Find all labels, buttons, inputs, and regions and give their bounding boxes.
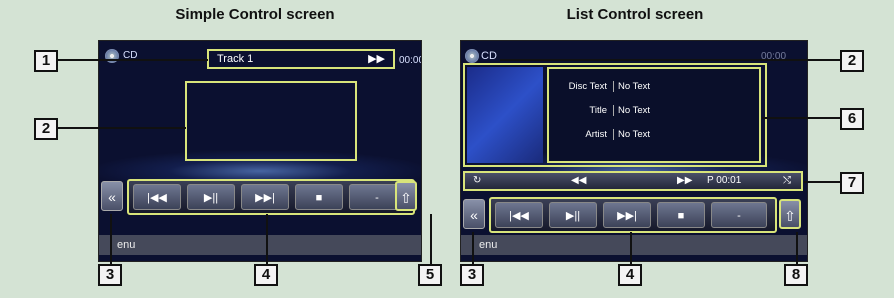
fast-forward-icon[interactable]: ▶▶ bbox=[677, 173, 692, 189]
rewind-icon[interactable]: ◀◀ bbox=[571, 173, 586, 189]
callout-7: 7 bbox=[840, 172, 864, 194]
cd-disc-icon bbox=[465, 49, 479, 63]
control-bar: |◀◀ ▶|| ▶▶| ■ - bbox=[489, 197, 777, 233]
callout-3-right: 3 bbox=[460, 264, 484, 286]
info-value: No Text bbox=[613, 129, 650, 140]
album-artwork bbox=[467, 67, 543, 163]
leader-line-2-left bbox=[58, 127, 186, 129]
leader-line-6 bbox=[762, 117, 840, 119]
info-value: No Text bbox=[613, 81, 650, 92]
leader-line-3-right bbox=[472, 232, 474, 264]
callout-2-right: 2 bbox=[840, 50, 864, 72]
previous-track-button[interactable]: |◀◀ bbox=[133, 184, 181, 210]
extra-button[interactable]: - bbox=[711, 202, 767, 228]
info-key: Artist bbox=[585, 129, 607, 140]
callout-8: 8 bbox=[784, 264, 808, 286]
next-track-button[interactable]: ▶▶| bbox=[241, 184, 289, 210]
next-track-button[interactable]: ▶▶| bbox=[603, 202, 651, 228]
stop-button[interactable]: ■ bbox=[657, 202, 705, 228]
play-position: P 00:01 bbox=[707, 175, 742, 186]
callout-3-left: 3 bbox=[98, 264, 122, 286]
callout-4-left: 4 bbox=[254, 264, 278, 286]
play-pause-button[interactable]: ▶|| bbox=[549, 202, 597, 228]
menu-label: enu bbox=[117, 239, 136, 251]
leader-line-4-right bbox=[630, 232, 632, 264]
callout-6: 6 bbox=[840, 108, 864, 130]
simple-control-title: Simple Control screen bbox=[175, 6, 335, 23]
callout-5: 5 bbox=[418, 264, 442, 286]
leader-line-2-right bbox=[500, 59, 840, 61]
fast-forward-indicator-icon: ▶▶ bbox=[368, 53, 385, 65]
play-time: 00:00 bbox=[399, 55, 422, 66]
track-name: Track 1 bbox=[217, 53, 254, 65]
menu-strip[interactable]: enu bbox=[99, 235, 421, 255]
stop-button[interactable]: ■ bbox=[295, 184, 343, 210]
artwork-area[interactable] bbox=[185, 81, 357, 161]
simple-control-screen: CD Track 1 ▶▶ 00:00 « |◀◀ ▶|| ▶▶| ■ - ⇧ … bbox=[98, 40, 422, 262]
repeat-icon[interactable]: ↻ bbox=[473, 173, 481, 189]
list-control-title: List Control screen bbox=[566, 6, 704, 23]
menu-strip[interactable]: enu bbox=[461, 235, 807, 255]
leader-line-1 bbox=[58, 59, 208, 61]
info-value: No Text bbox=[613, 105, 650, 116]
list-control-screen: CD 00:00 Disc Text No Text Title No Text… bbox=[460, 40, 808, 262]
callout-1: 1 bbox=[34, 50, 58, 72]
callout-4-right: 4 bbox=[618, 264, 642, 286]
play-pause-button[interactable]: ▶|| bbox=[187, 184, 235, 210]
menu-label: enu bbox=[479, 239, 498, 251]
info-key: Title bbox=[589, 105, 607, 116]
sub-function-bar[interactable]: ↻ ◀◀ ▶▶ P 00:01 ⤭ bbox=[463, 171, 803, 191]
collapse-button[interactable]: « bbox=[463, 199, 485, 229]
eject-button[interactable]: ⇧ bbox=[395, 181, 417, 211]
leader-line-3-left bbox=[110, 214, 112, 264]
leader-line-7 bbox=[804, 181, 840, 183]
callout-2-left: 2 bbox=[34, 118, 58, 140]
shuffle-icon[interactable]: ⤭ bbox=[783, 173, 791, 189]
leader-line-5 bbox=[430, 214, 432, 264]
source-label: CD bbox=[481, 50, 497, 62]
leader-line-4-left bbox=[266, 214, 268, 264]
info-key: Disc Text bbox=[568, 81, 607, 92]
leader-line-8 bbox=[796, 232, 798, 264]
collapse-button[interactable]: « bbox=[101, 181, 123, 211]
eject-button[interactable]: ⇧ bbox=[779, 199, 801, 229]
track-info-box[interactable]: Track 1 ▶▶ bbox=[207, 49, 395, 69]
control-bar: |◀◀ ▶|| ▶▶| ■ - bbox=[127, 179, 415, 215]
previous-track-button[interactable]: |◀◀ bbox=[495, 202, 543, 228]
